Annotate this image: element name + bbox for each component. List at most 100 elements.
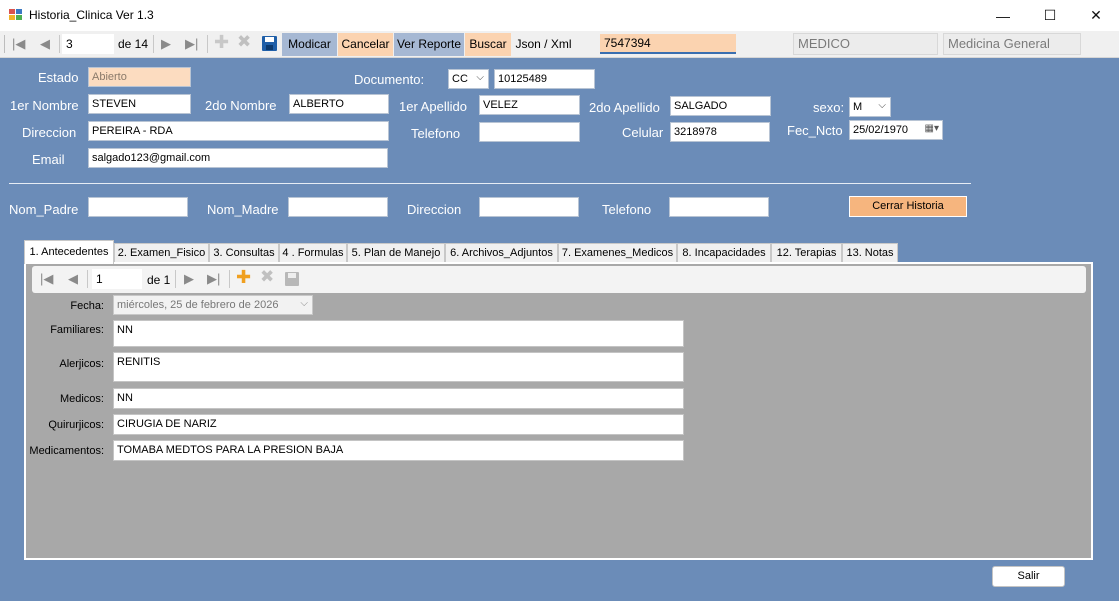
tab-examen-fisico[interactable]: 2. Examen_Fisico — [114, 243, 209, 263]
alergicos-label: Alerjicos: — [59, 358, 104, 370]
documento-label: Documento: — [354, 72, 425, 87]
familiares-label: Familiares: — [50, 324, 104, 336]
doc-type-select[interactable]: CC ⌵ — [448, 69, 489, 89]
alergicos-field[interactable]: RENITIS — [113, 352, 684, 382]
first-surname-field[interactable]: VELEZ — [479, 95, 580, 115]
address-field[interactable]: PEREIRA - RDA — [88, 121, 389, 141]
close-window-button[interactable]: ✕ — [1073, 0, 1119, 31]
father-name-field[interactable] — [88, 197, 188, 217]
save-icon[interactable] — [262, 36, 277, 51]
medicamentos-field[interactable]: TOMABA MEDTOS PARA LA PRESION BAJA — [113, 440, 684, 461]
modify-button[interactable]: Modicar — [282, 33, 337, 56]
medicos-field[interactable]: NN — [113, 388, 684, 409]
view-report-button[interactable]: Ver Reporte — [394, 33, 464, 56]
mother-name-label: Nom_Madre — [207, 202, 279, 217]
fecha-picker[interactable]: miércoles, 25 de febrero de 2026 ⌵ — [113, 295, 313, 315]
antecedentes-toolbar: |◀ ◀ de 1 ▶ ▶| ✚ ✖ — [32, 266, 1086, 293]
maximize-button[interactable]: ☐ — [1027, 0, 1073, 31]
chevron-down-icon: ⌵ — [476, 72, 484, 83]
cell-label: Celular — [622, 125, 664, 140]
tab-examenes-medicos[interactable]: 7. Examenes_Medicos — [558, 243, 677, 263]
sex-select[interactable]: M ⌵ — [849, 97, 891, 117]
estado-field: Abierto — [88, 67, 191, 87]
add-record-icon[interactable]: ✚ — [214, 33, 229, 51]
sex-value: M — [853, 101, 863, 113]
last-record-icon[interactable]: ▶| — [185, 36, 198, 52]
medicamentos-label: Medicamentos: — [29, 445, 104, 457]
address-label: Direccion — [22, 125, 77, 140]
first-surname-label: 1er Apellido — [399, 99, 467, 114]
separator — [153, 35, 154, 53]
birth-date-picker[interactable]: 25/02/1970 ▦▾ — [849, 120, 943, 140]
parent-address-label: Direccion — [407, 202, 462, 217]
second-name-field[interactable]: ALBERTO — [289, 94, 389, 114]
familiares-field[interactable]: NN — [113, 320, 684, 347]
maximize-icon: ☐ — [1043, 7, 1057, 23]
estado-label: Estado — [38, 70, 79, 85]
next-record-icon[interactable]: ▶ — [184, 271, 194, 287]
app-icon — [9, 9, 23, 21]
tab-archivos-adjuntos[interactable]: 6. Archivos_Adjuntos — [445, 243, 558, 263]
record-count-label: de 14 — [118, 37, 149, 51]
email-label: Email — [32, 152, 65, 167]
first-name-field[interactable]: STEVEN — [88, 94, 191, 114]
add-record-icon[interactable]: ✚ — [236, 268, 251, 286]
search-button[interactable]: Buscar — [465, 33, 511, 56]
last-record-icon[interactable]: ▶| — [207, 271, 220, 287]
doc-number-field[interactable]: 10125489 — [494, 69, 595, 89]
role-field: MEDICO — [793, 33, 938, 55]
close-history-button[interactable]: Cerrar Historia — [849, 196, 967, 217]
birth-date-value: 25/02/1970 — [853, 124, 909, 136]
calendar-icon: ▦▾ — [924, 123, 939, 134]
first-record-icon[interactable]: |◀ — [12, 36, 25, 52]
second-surname-field[interactable]: SALGADO — [670, 96, 771, 116]
quirurgicos-field[interactable]: CIRUGIA DE NARIZ — [113, 414, 684, 435]
title-bar: Historia_Clinica Ver 1.3 — ☐ ✕ — [0, 0, 1119, 31]
delete-record-icon[interactable]: ✖ — [237, 33, 251, 50]
record-position-input[interactable] — [62, 34, 114, 54]
quirurgicos-label: Quirurjicos: — [48, 419, 104, 431]
parent-address-field[interactable] — [479, 197, 579, 217]
toolbar-grip — [4, 35, 5, 53]
next-record-icon[interactable]: ▶ — [161, 36, 171, 52]
tab-antecedentes[interactable]: 1. Antecedentes — [24, 240, 114, 264]
tab-notas[interactable]: 13. Notas — [842, 243, 898, 263]
sex-label: sexo: — [813, 100, 845, 115]
delete-record-icon[interactable]: ✖ — [260, 268, 274, 285]
save-icon[interactable] — [285, 272, 299, 286]
parent-phone-field[interactable] — [669, 197, 769, 217]
sub-record-position-input[interactable] — [92, 269, 142, 289]
medicos-label: Medicos: — [59, 393, 104, 405]
json-xml-button[interactable]: Json / Xml — [512, 33, 575, 56]
phone-field[interactable] — [479, 122, 580, 142]
phone-label: Telefono — [411, 126, 461, 141]
tab-terapias[interactable]: 12. Terapias — [771, 243, 842, 263]
cell-field[interactable]: 3218978 — [670, 122, 770, 142]
parent-phone-label: Telefono — [602, 202, 652, 217]
first-record-icon[interactable]: |◀ — [40, 271, 53, 287]
second-name-label: 2do Nombre — [205, 98, 277, 113]
search-input[interactable] — [600, 34, 736, 54]
tab-incapacidades[interactable]: 8. Incapacidades — [677, 243, 771, 263]
sub-record-count-label: de 1 — [147, 273, 171, 287]
previous-record-icon[interactable]: ◀ — [40, 36, 50, 52]
email-field[interactable]: salgado123@gmail.com — [88, 148, 388, 168]
chevron-down-icon: ⌵ — [300, 298, 308, 309]
specialty-field: Medicina General — [943, 33, 1081, 55]
minimize-icon: — — [996, 7, 1010, 24]
chevron-down-icon: ⌵ — [878, 100, 886, 111]
exit-button[interactable]: Salir — [992, 566, 1065, 587]
minimize-button[interactable]: — — [980, 0, 1026, 31]
fecha-value: miércoles, 25 de febrero de 2026 — [117, 299, 279, 311]
tab-formulas[interactable]: 4 . Formulas — [279, 243, 347, 263]
tab-consultas[interactable]: 3. Consultas — [209, 243, 279, 263]
separator — [207, 35, 208, 53]
close-icon: ✕ — [1090, 7, 1102, 23]
section-divider — [9, 183, 971, 184]
cancel-button[interactable]: Cancelar — [338, 33, 393, 56]
mother-name-field[interactable] — [288, 197, 388, 217]
second-surname-label: 2do Apellido — [589, 100, 660, 115]
previous-record-icon[interactable]: ◀ — [68, 271, 78, 287]
tab-plan-de-manejo[interactable]: 5. Plan de Manejo — [347, 243, 445, 263]
main-toolbar: |◀ ◀ de 14 ▶ ▶| ✚ ✖ Modicar Cancelar Ver… — [0, 31, 1119, 58]
